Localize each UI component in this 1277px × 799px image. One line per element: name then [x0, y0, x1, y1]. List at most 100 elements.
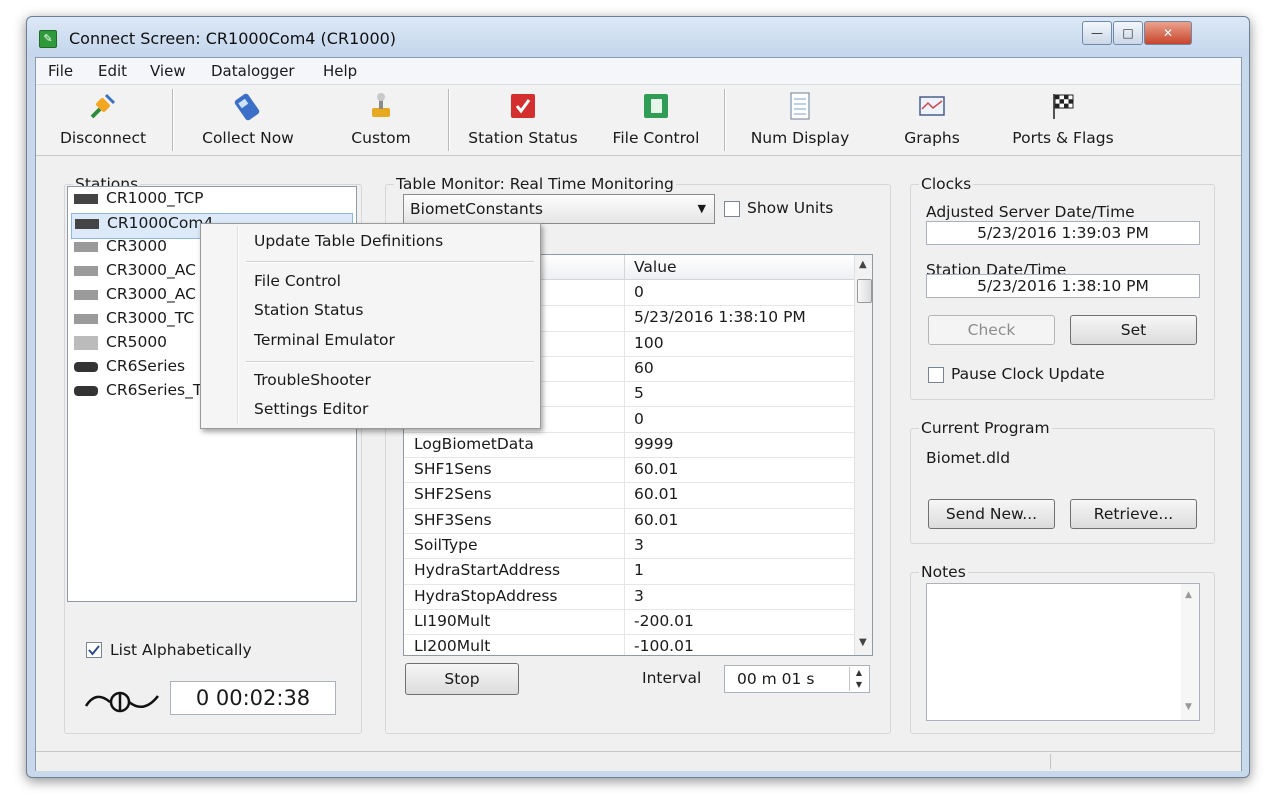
- ports-flags-button[interactable]: Ports & Flags: [1004, 85, 1122, 155]
- table-row[interactable]: LI200Mult -100.01: [404, 634, 854, 655]
- maximize-icon[interactable]: □: [1113, 21, 1143, 45]
- table-row[interactable]: LI190Mult -200.01: [404, 609, 854, 636]
- scroll-up-icon[interactable]: ▲: [1185, 590, 1192, 600]
- list-alphabetically-checkbox[interactable]: [86, 642, 102, 658]
- scroll-up-icon[interactable]: ▲: [859, 259, 867, 270]
- table-select[interactable]: BiometConstants ▼: [403, 194, 715, 224]
- spin-down-icon[interactable]: ▼: [850, 679, 868, 691]
- notes-textarea[interactable]: ▲ ▼: [926, 583, 1200, 721]
- table-select-value: BiometConstants: [410, 200, 543, 218]
- menu-file[interactable]: File: [48, 62, 73, 80]
- notes-scrollbar[interactable]: ▲ ▼: [1181, 584, 1199, 720]
- menu-item-troubleshooter[interactable]: TroubleShooter: [254, 371, 371, 389]
- graphs-button[interactable]: Graphs: [888, 85, 976, 155]
- clocks-title: Clocks: [919, 175, 974, 193]
- graphs-label: Graphs: [904, 129, 960, 147]
- plug-icon: [90, 93, 116, 119]
- table-row[interactable]: HydraStopAddress 3: [404, 584, 854, 610]
- connection-plug-icon: [84, 691, 159, 713]
- set-button[interactable]: Set: [1070, 315, 1197, 345]
- toolbar-separator: [724, 89, 726, 151]
- toolbar-separator: [172, 89, 174, 151]
- chevron-down-icon: ▼: [697, 202, 706, 215]
- menu-view[interactable]: View: [150, 62, 186, 80]
- menu-bar: File Edit View Datalogger Help: [36, 58, 1241, 85]
- table-row[interactable]: HydraStartAddress 1: [404, 558, 854, 585]
- menu-gutter: [237, 226, 239, 424]
- status-check-icon: [511, 94, 535, 118]
- list-item[interactable]: CR5000: [74, 333, 167, 357]
- collect-now-label: Collect Now: [202, 129, 294, 147]
- window-title: Connect Screen: CR1000Com4 (CR1000): [69, 29, 397, 48]
- menu-item-terminal-emulator[interactable]: Terminal Emulator: [254, 331, 395, 349]
- close-icon[interactable]: ✕: [1144, 21, 1192, 45]
- interval-label: Interval: [642, 669, 702, 687]
- table-row[interactable]: LogBiometData 9999: [404, 432, 854, 459]
- file-control-label: File Control: [612, 129, 700, 147]
- station-status-label: Station Status: [468, 129, 578, 147]
- notes-title: Notes: [919, 563, 968, 581]
- datalogger-icon: [74, 265, 98, 276]
- column-divider: [624, 255, 625, 279]
- list-item[interactable]: CR3000_TC: [74, 309, 194, 333]
- scroll-down-icon[interactable]: ▼: [859, 637, 867, 648]
- check-button[interactable]: Check: [928, 315, 1055, 345]
- graph-icon: [919, 96, 945, 116]
- station-status-button[interactable]: Station Status: [464, 85, 582, 155]
- custom-button[interactable]: Custom: [336, 85, 426, 155]
- menu-edit[interactable]: Edit: [98, 62, 127, 80]
- server-time-value: 5/23/2016 1:39:03 PM: [926, 221, 1200, 245]
- toolbar: Disconnect Collect Now Custom Station St…: [36, 85, 1241, 156]
- phone-icon: [234, 93, 260, 121]
- menu-item-update-table-definitions[interactable]: Update Table Definitions: [254, 232, 443, 250]
- station-time-value: 5/23/2016 1:38:10 PM: [926, 274, 1200, 298]
- toolbar-separator: [448, 89, 450, 151]
- table-row[interactable]: SHF2Sens 60.01: [404, 482, 854, 509]
- retrieve-button[interactable]: Retrieve...: [1070, 499, 1197, 529]
- table-monitor-title: Table Monitor: Real Time Monitoring: [394, 175, 676, 193]
- datalogger-icon: [74, 241, 98, 252]
- menu-item-settings-editor[interactable]: Settings Editor: [254, 400, 368, 418]
- file-control-button[interactable]: File Control: [602, 85, 710, 155]
- interval-spinner[interactable]: ▲ ▼: [849, 667, 868, 691]
- status-bar: [36, 751, 1241, 771]
- num-display-button[interactable]: Num Display: [740, 85, 860, 155]
- datalogger-icon: [74, 313, 98, 324]
- send-new-button[interactable]: Send New...: [928, 499, 1055, 529]
- title-bar[interactable]: ✎ Connect Screen: CR1000Com4 (CR1000) — …: [27, 17, 1249, 57]
- datalogger-icon: [74, 361, 98, 372]
- list-item[interactable]: CR1000_TCP: [74, 189, 204, 213]
- menu-datalogger[interactable]: Datalogger: [211, 62, 295, 80]
- app-icon: ✎: [39, 30, 57, 48]
- minimize-icon[interactable]: —: [1082, 21, 1112, 45]
- list-item[interactable]: CR3000: [74, 237, 167, 261]
- datalogger-icon: [74, 385, 98, 396]
- collect-now-button[interactable]: Collect Now: [188, 85, 308, 155]
- list-item[interactable]: CR6Series: [74, 357, 185, 381]
- menu-item-station-status[interactable]: Station Status: [254, 301, 363, 319]
- grid-scrollbar[interactable]: ▲ ▼: [854, 255, 872, 655]
- table-row[interactable]: SoilType 3: [404, 533, 854, 560]
- list-item[interactable]: CR3000_AC: [74, 285, 196, 309]
- show-units-checkbox[interactable]: [724, 201, 740, 217]
- menu-help[interactable]: Help: [323, 62, 357, 80]
- scroll-down-icon[interactable]: ▼: [1185, 702, 1192, 712]
- menu-item-file-control[interactable]: File Control: [254, 272, 341, 290]
- table-row[interactable]: SHF1Sens 60.01: [404, 457, 854, 484]
- program-name: Biomet.dld: [926, 449, 1011, 467]
- list-item[interactable]: CR6Series_T: [74, 381, 202, 405]
- datalogger-icon: [74, 193, 98, 204]
- scroll-thumb[interactable]: [857, 279, 872, 303]
- table-row[interactable]: SHF3Sens 60.01: [404, 508, 854, 534]
- ports-flags-label: Ports & Flags: [1012, 129, 1114, 147]
- show-units-text: Show Units: [747, 199, 834, 217]
- interval-input[interactable]: 00 m 01 s ▲ ▼: [724, 665, 870, 693]
- disconnect-button[interactable]: Disconnect: [50, 85, 156, 155]
- stop-button[interactable]: Stop: [405, 663, 519, 695]
- num-display-label: Num Display: [750, 129, 850, 147]
- list-item[interactable]: CR3000_AC: [74, 261, 196, 285]
- pause-clock-checkbox[interactable]: [928, 367, 944, 383]
- spin-up-icon[interactable]: ▲: [850, 667, 868, 679]
- list-alphabetically-label: List Alphabetically: [110, 641, 252, 659]
- value-column-header: Value: [634, 258, 677, 276]
